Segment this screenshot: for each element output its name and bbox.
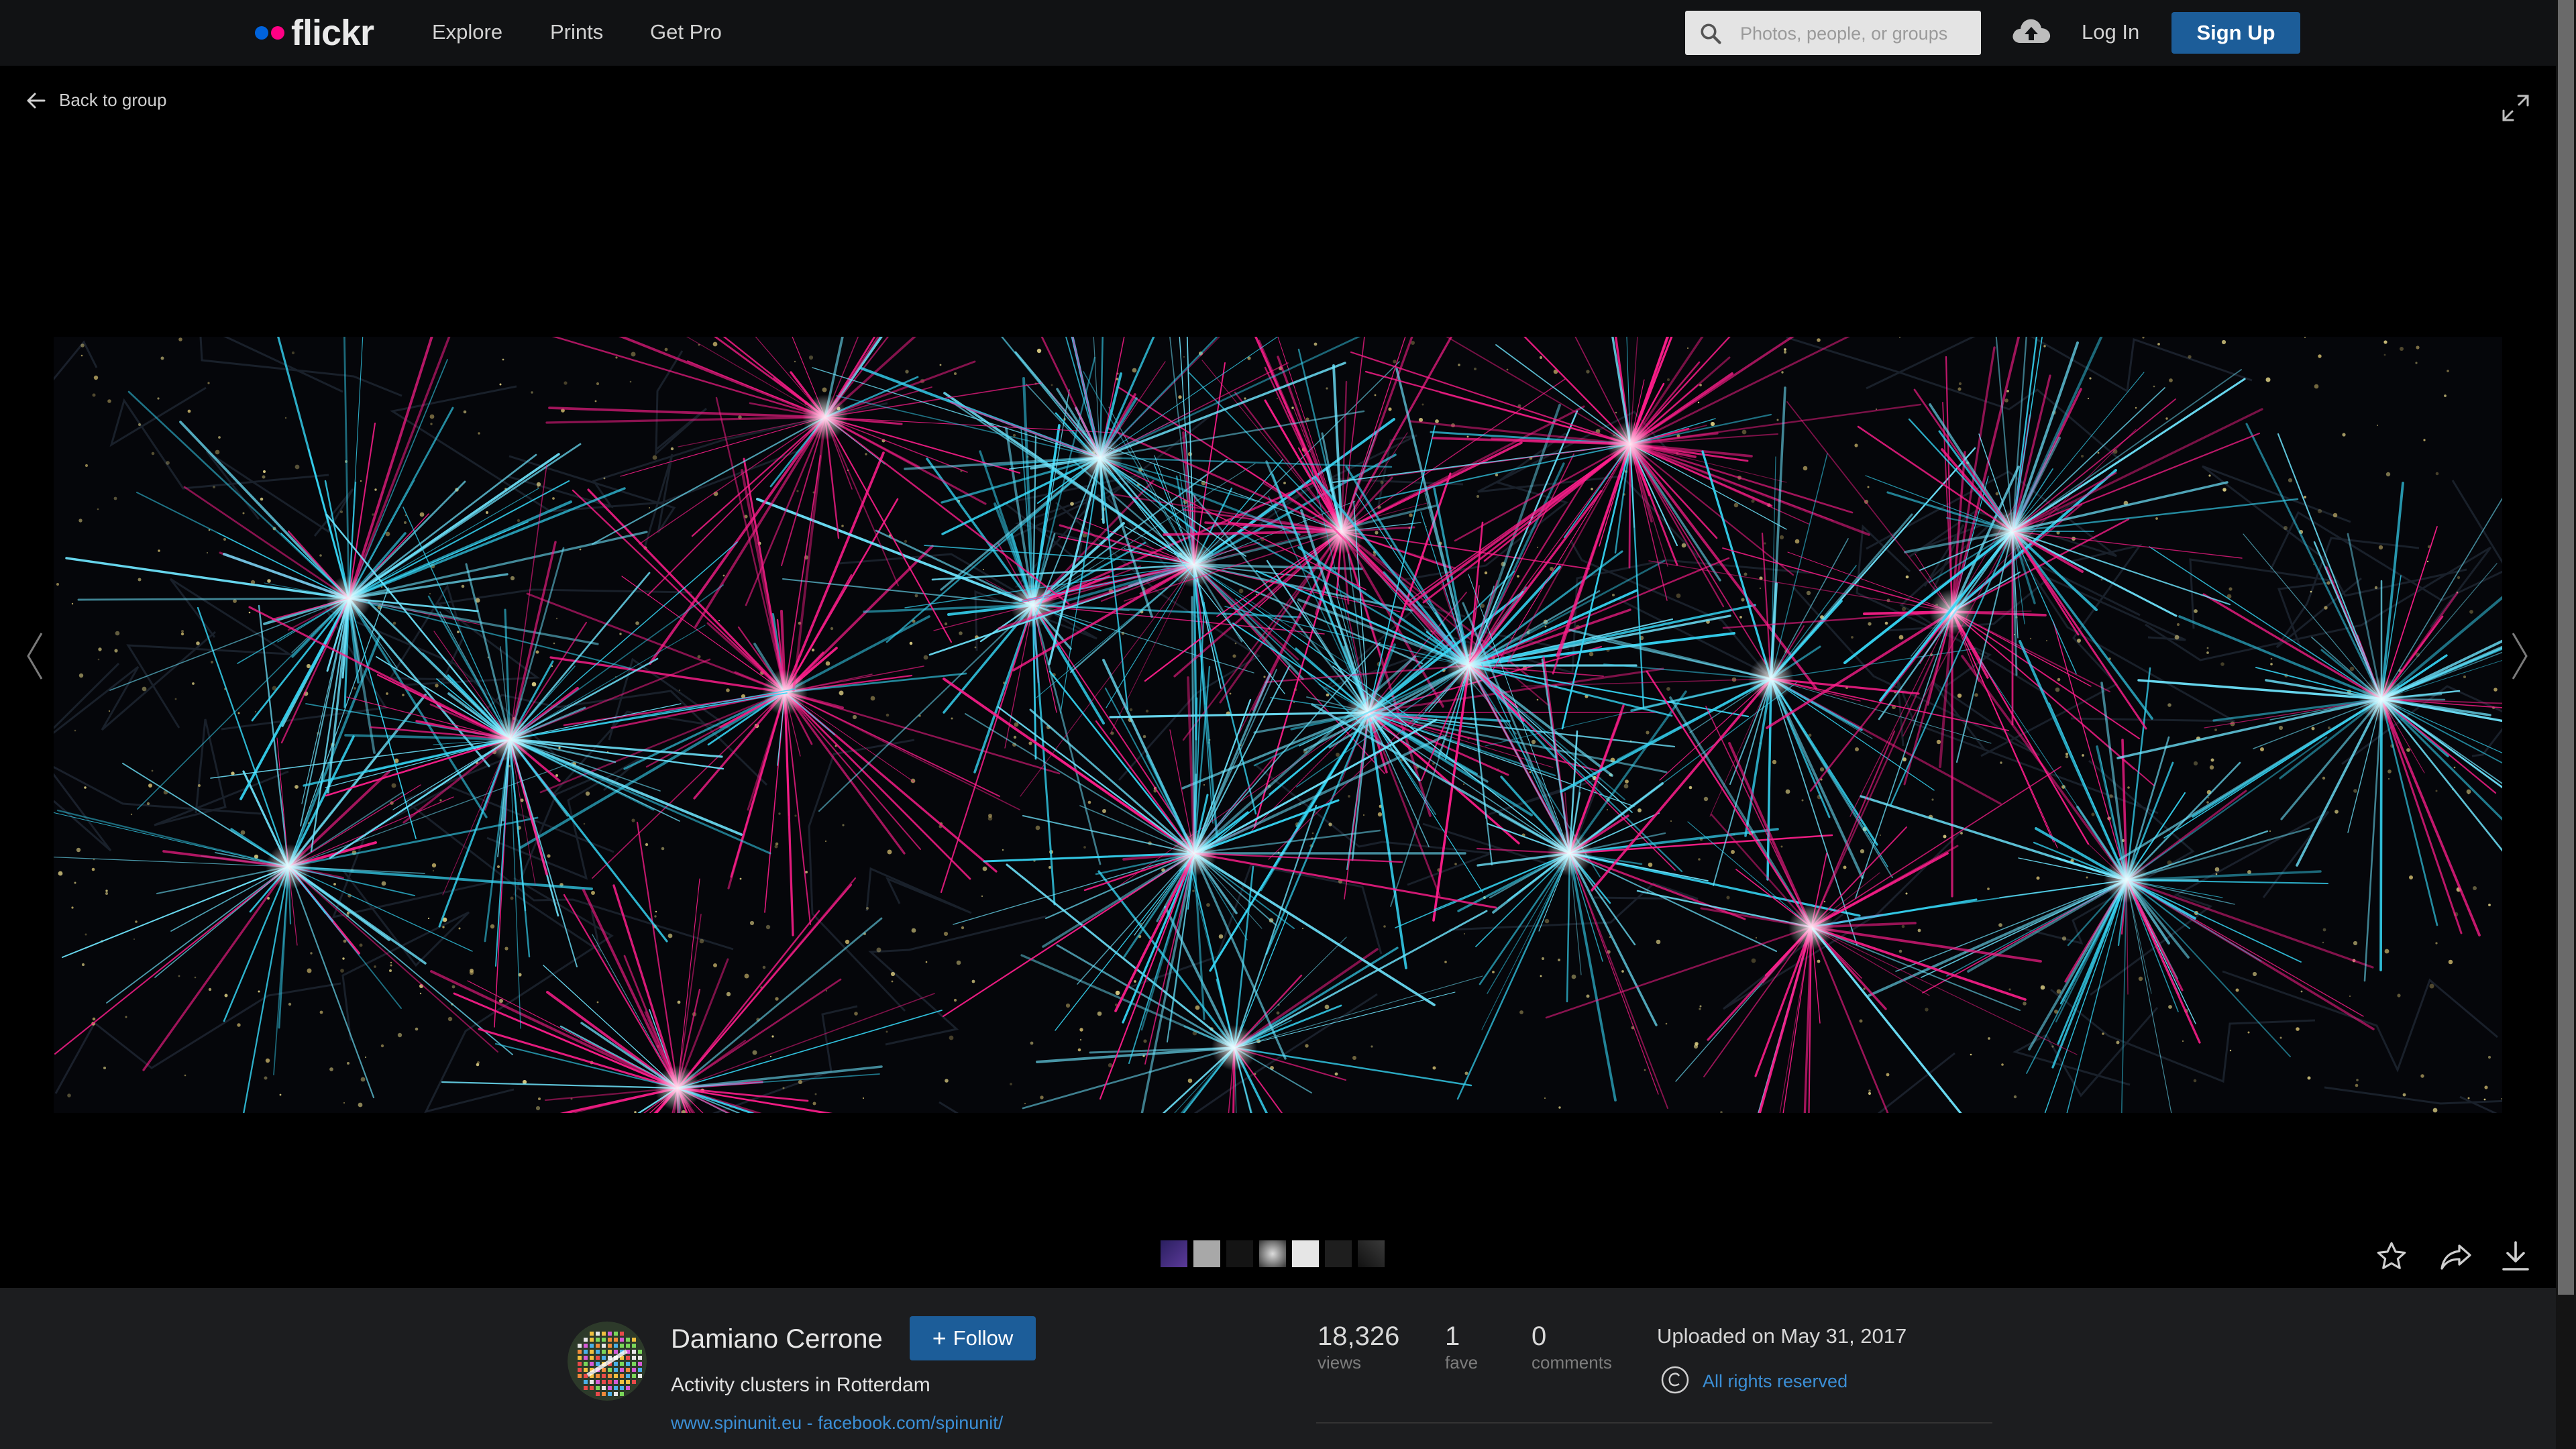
search-box[interactable] bbox=[1685, 11, 1981, 56]
share-icon[interactable] bbox=[2439, 1240, 2474, 1273]
photo-title: Activity clusters in Rotterdam bbox=[671, 1374, 930, 1396]
activity-clusters-image bbox=[54, 337, 2502, 1113]
plus-icon: + bbox=[932, 1324, 947, 1352]
signup-button[interactable]: Sign Up bbox=[2171, 12, 2300, 54]
scrollbar-thumb[interactable] bbox=[2558, 0, 2574, 1295]
copyright-icon bbox=[1661, 1366, 1689, 1394]
views-count: 18,326 bbox=[1318, 1322, 1400, 1351]
main-photo[interactable] bbox=[54, 337, 2502, 1113]
logo-wordmark: flickr bbox=[291, 13, 374, 53]
expand-icon[interactable] bbox=[2500, 93, 2531, 123]
nav-explore[interactable]: Explore bbox=[432, 20, 502, 44]
cloud-upload-icon[interactable] bbox=[2010, 15, 2053, 47]
search-input[interactable] bbox=[1739, 11, 1973, 56]
download-icon[interactable] bbox=[2500, 1238, 2532, 1273]
back-to-group-label: Back to group bbox=[59, 90, 167, 110]
logo-pink-dot bbox=[271, 26, 284, 40]
nav-prints[interactable]: Prints bbox=[550, 20, 603, 44]
thumbnail[interactable] bbox=[1193, 1240, 1220, 1267]
photostream-thumbnails bbox=[1161, 1240, 1385, 1267]
thumbnail[interactable] bbox=[1259, 1240, 1286, 1267]
thumbnail[interactable] bbox=[1358, 1240, 1385, 1267]
search-icon bbox=[1701, 23, 1721, 44]
comments-count: 0 bbox=[1532, 1322, 1547, 1351]
author-avatar[interactable] bbox=[568, 1322, 647, 1401]
arrow-left-icon bbox=[27, 93, 46, 108]
photo-description-links[interactable]: www.spinunit.eu - facebook.com/spinunit/ bbox=[671, 1413, 1003, 1434]
upload-date: Uploaded on May 31, 2017 bbox=[1657, 1324, 1907, 1348]
license-link[interactable]: All rights reserved bbox=[1703, 1371, 1847, 1392]
prev-arrow-icon[interactable] bbox=[24, 631, 44, 682]
next-arrow-icon[interactable] bbox=[2510, 631, 2530, 682]
comments-label: comments bbox=[1532, 1352, 1612, 1373]
follow-label: Follow bbox=[953, 1326, 1014, 1350]
thumbnail[interactable] bbox=[1161, 1240, 1187, 1267]
photo-info-panel bbox=[0, 1288, 2556, 1449]
follow-button[interactable]: + Follow bbox=[910, 1316, 1036, 1360]
nav-get-pro[interactable]: Get Pro bbox=[650, 20, 722, 44]
divider bbox=[1316, 1422, 1992, 1424]
thumbnail[interactable] bbox=[1325, 1240, 1352, 1267]
author-name[interactable]: Damiano Cerrone bbox=[671, 1324, 883, 1354]
star-icon[interactable] bbox=[2375, 1240, 2408, 1273]
logo-blue-dot bbox=[255, 26, 268, 40]
flickr-logo[interactable]: flickr bbox=[255, 12, 374, 54]
views-label: views bbox=[1318, 1352, 1362, 1373]
thumbnail[interactable] bbox=[1292, 1240, 1319, 1267]
login-link[interactable]: Log In bbox=[2082, 20, 2139, 44]
thumbnail[interactable] bbox=[1226, 1240, 1253, 1267]
back-to-group-link[interactable]: Back to group bbox=[25, 90, 166, 111]
faves-label: fave bbox=[1445, 1352, 1479, 1373]
faves-count: 1 bbox=[1445, 1322, 1460, 1351]
